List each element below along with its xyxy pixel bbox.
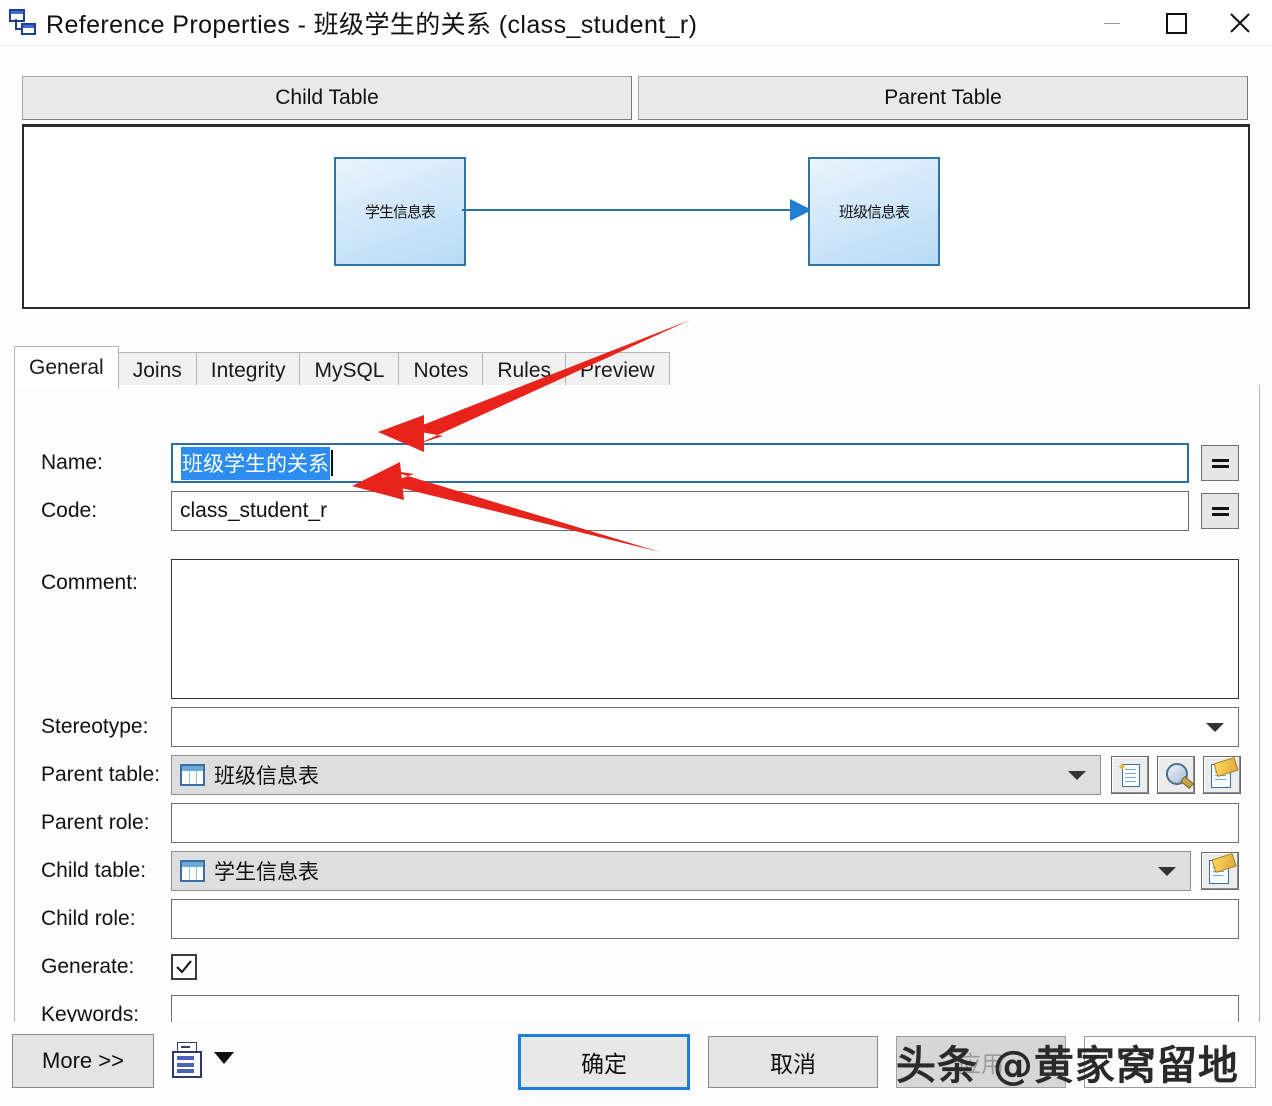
name-row: Name: 班级学生的关系 [41, 443, 1241, 483]
window-controls [1080, 0, 1272, 46]
generate-row: Generate: [41, 947, 441, 987]
child-role-input[interactable] [171, 899, 1239, 939]
child-table-combobox[interactable]: 学生信息表 [171, 851, 1191, 891]
tab-notes[interactable]: Notes [398, 352, 483, 389]
report-list-icon[interactable] [172, 1042, 200, 1074]
parent-role-input[interactable] [171, 803, 1239, 843]
watermark-text: 头条 @黄家窝留地 [896, 1033, 1239, 1091]
code-equals-button[interactable] [1201, 493, 1239, 529]
parent-table-value: 班级信息表 [214, 760, 319, 790]
relationship-link-line [462, 209, 797, 211]
equals-icon [1212, 456, 1229, 471]
comment-textarea[interactable] [171, 559, 1239, 699]
reference-link-icon [8, 8, 38, 38]
properties-pencil-icon[interactable] [1203, 756, 1241, 794]
child-role-label: Child role: [41, 907, 171, 931]
minimize-button[interactable] [1080, 0, 1144, 46]
window-title: Reference Properties - 班级学生的关系 (class_st… [46, 5, 697, 41]
chevron-down-icon[interactable] [1206, 723, 1230, 732]
new-document-icon[interactable]: ✦ [1111, 756, 1149, 794]
comment-row: Comment: [41, 559, 1241, 699]
ok-button[interactable]: 确定 [518, 1034, 690, 1090]
name-label: Name: [41, 451, 171, 475]
name-input-value: 班级学生的关系 [181, 447, 330, 480]
tab-rules[interactable]: Rules [482, 352, 566, 389]
chevron-down-icon[interactable] [1068, 771, 1092, 780]
child-table-header[interactable]: Child Table [22, 76, 632, 120]
close-button[interactable] [1208, 0, 1272, 46]
relationship-diagram[interactable]: 学生信息表 班级信息表 [22, 124, 1250, 309]
report-control-group[interactable] [172, 1042, 234, 1074]
code-label: Code: [41, 499, 171, 523]
parent-table-row: Parent table: 班级信息表 ✦ [41, 755, 1251, 795]
tab-joins[interactable]: Joins [118, 352, 197, 389]
generate-label: Generate: [41, 955, 171, 979]
title-bar: Reference Properties - 班级学生的关系 (class_st… [0, 0, 1272, 46]
general-tab-panel: Name: 班级学生的关系 Code: class_student_r Comm… [14, 385, 1260, 1046]
cancel-button[interactable]: 取消 [708, 1036, 878, 1088]
child-table-row: Child table: 学生信息表 [41, 851, 1251, 891]
name-input[interactable]: 班级学生的关系 [171, 443, 1189, 483]
parent-role-label: Parent role: [41, 811, 171, 835]
parent-table-node[interactable]: 班级信息表 [808, 157, 940, 266]
parent-table-label: Parent table: [41, 763, 171, 787]
tab-mysql[interactable]: MySQL [299, 352, 399, 389]
parent-table-header[interactable]: Parent Table [638, 76, 1248, 120]
child-table-node-label: 学生信息表 [365, 201, 435, 222]
parent-table-combobox[interactable]: 班级信息表 [171, 755, 1101, 795]
table-icon [180, 860, 205, 882]
table-header-bar: Child Table Parent Table [22, 76, 1248, 120]
properties-pencil-icon[interactable] [1201, 852, 1239, 890]
child-role-row: Child role: [41, 899, 1241, 939]
stereotype-label: Stereotype: [41, 715, 171, 739]
generate-checkbox[interactable] [171, 954, 197, 980]
code-input-value: class_student_r [180, 499, 327, 523]
parent-role-row: Parent role: [41, 803, 1241, 843]
stereotype-combobox[interactable] [171, 707, 1239, 747]
dropdown-arrow-icon[interactable] [214, 1052, 234, 1064]
chevron-down-icon[interactable] [1158, 867, 1182, 876]
parent-table-node-label: 班级信息表 [839, 201, 909, 222]
comment-label: Comment: [41, 559, 171, 595]
child-table-label: Child table: [41, 859, 171, 883]
name-equals-button[interactable] [1201, 445, 1239, 481]
text-caret [331, 450, 333, 476]
tab-integrity[interactable]: Integrity [196, 352, 301, 389]
child-table-value: 学生信息表 [214, 856, 319, 886]
browse-magnifier-icon[interactable] [1157, 756, 1195, 794]
table-icon [180, 764, 205, 786]
more-button[interactable]: More >> [12, 1034, 154, 1088]
code-row: Code: class_student_r [41, 491, 1241, 531]
tab-strip: General Joins Integrity MySQL Notes Rule… [14, 349, 669, 389]
stereotype-row: Stereotype: [41, 707, 1241, 747]
maximize-button[interactable] [1144, 0, 1208, 46]
tab-preview[interactable]: Preview [565, 352, 670, 389]
tab-general[interactable]: General [14, 346, 119, 389]
equals-icon [1212, 504, 1229, 519]
code-input[interactable]: class_student_r [171, 491, 1189, 531]
child-table-node[interactable]: 学生信息表 [334, 157, 466, 266]
reference-properties-dialog: Child Table Parent Table 学生信息表 班级信息表 Gen… [0, 46, 1272, 1106]
